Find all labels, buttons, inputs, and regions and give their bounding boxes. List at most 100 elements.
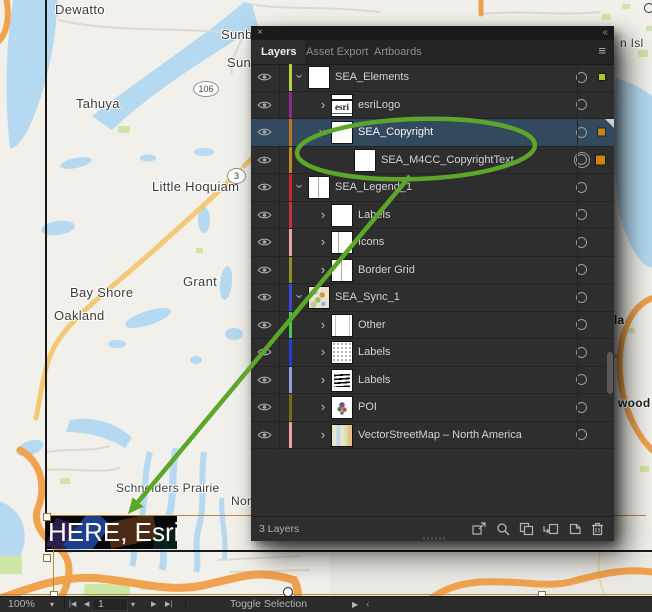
panel-title-bar[interactable]: × « — [251, 26, 614, 40]
anchor-point-ring[interactable] — [644, 3, 652, 13]
layer-name[interactable]: Labels — [358, 346, 390, 358]
layer-thumbnail[interactable] — [332, 315, 352, 336]
target-circle[interactable] — [576, 127, 587, 138]
next-artboard-button[interactable]: ▶ — [151, 597, 156, 612]
zoom-dropdown-icon[interactable]: ▾ — [50, 597, 54, 612]
layer-thumbnail[interactable] — [309, 67, 329, 88]
prev-artboard-button[interactable]: ◀ — [84, 597, 89, 612]
make-clip-mask-icon[interactable] — [519, 522, 534, 536]
status-back-icon[interactable]: ‹ — [366, 597, 370, 612]
layer-name[interactable]: Other — [358, 319, 386, 331]
target-circle[interactable] — [576, 264, 587, 275]
layer-row[interactable]: ›esriesriLogo — [251, 92, 614, 120]
expand-chevron-icon[interactable]: › — [293, 182, 308, 192]
layer-thumbnail[interactable] — [355, 150, 375, 171]
visibility-eye-icon[interactable] — [257, 375, 272, 385]
layer-row[interactable]: › SEA_Legend_1 — [251, 174, 614, 202]
layer-thumbnail[interactable] — [332, 260, 352, 281]
visibility-eye-icon[interactable] — [257, 210, 272, 220]
zoom-level[interactable]: 100% — [8, 597, 35, 612]
expand-chevron-icon[interactable]: › — [318, 262, 328, 277]
layer-thumbnail[interactable] — [309, 287, 329, 308]
panel-scrollbar[interactable] — [607, 352, 613, 394]
layer-row[interactable]: › SEA_Sync_1 — [251, 284, 614, 312]
expand-chevron-icon[interactable]: › — [293, 72, 308, 82]
expand-chevron-icon[interactable]: › — [318, 427, 328, 442]
panel-menu-icon[interactable]: ≡ — [598, 43, 606, 58]
layer-name[interactable]: VectorStreetMap – North America — [358, 429, 522, 441]
target-circle[interactable] — [576, 237, 587, 248]
layer-thumbnail[interactable] — [309, 177, 329, 198]
layer-name[interactable]: Icons — [358, 236, 384, 248]
expand-chevron-icon[interactable]: › — [318, 234, 328, 249]
last-artboard-button[interactable]: ▶| — [165, 597, 172, 612]
layer-row[interactable]: › Other — [251, 312, 614, 340]
layer-row[interactable]: ›Border Grid — [251, 257, 614, 285]
tab-artboards[interactable]: Artboards — [365, 40, 431, 64]
new-layer-icon[interactable] — [568, 522, 582, 536]
target-circle[interactable] — [576, 374, 587, 385]
layer-thumbnail[interactable] — [332, 397, 352, 418]
visibility-eye-icon[interactable] — [257, 72, 272, 82]
layer-thumbnail[interactable] — [332, 205, 352, 226]
layer-row[interactable]: › Labels — [251, 202, 614, 230]
target-circle[interactable] — [576, 429, 587, 440]
expand-chevron-icon[interactable]: › — [318, 399, 328, 414]
layer-row[interactable]: ›SEA_Copyright — [251, 119, 614, 147]
locate-object-icon[interactable] — [496, 522, 510, 536]
layer-name[interactable]: Labels — [358, 209, 390, 221]
layer-thumbnail[interactable] — [332, 232, 352, 253]
visibility-eye-icon[interactable] — [257, 182, 272, 192]
panel-close-icon[interactable]: × — [257, 26, 263, 40]
layer-name[interactable]: SEA_M4CC_CopyrightText — [381, 154, 514, 166]
layer-row[interactable]: › SEA_Elements — [251, 64, 614, 92]
layer-thumbnail[interactable] — [332, 342, 352, 363]
layer-name[interactable]: Labels — [358, 374, 390, 386]
layer-row[interactable]: ›Labels — [251, 367, 614, 395]
layer-row[interactable]: › Labels — [251, 339, 614, 367]
target-circle[interactable] — [576, 72, 587, 83]
target-circle[interactable] — [576, 182, 587, 193]
layer-row[interactable]: › POI — [251, 394, 614, 422]
visibility-eye-icon[interactable] — [257, 265, 272, 275]
panel-resize-handle[interactable] — [423, 537, 445, 540]
expand-chevron-icon[interactable]: › — [293, 292, 308, 302]
visibility-eye-icon[interactable] — [257, 237, 272, 247]
status-play-icon[interactable]: ▶ — [352, 597, 358, 612]
visibility-eye-icon[interactable] — [257, 155, 272, 165]
selection-handle[interactable] — [43, 513, 51, 521]
layer-name[interactable]: POI — [358, 401, 377, 413]
target-circle[interactable] — [576, 99, 587, 110]
new-sublayer-icon[interactable] — [543, 522, 559, 536]
target-circle[interactable] — [576, 347, 587, 358]
layer-name[interactable]: esriLogo — [358, 99, 400, 111]
first-artboard-button[interactable]: |◀ — [69, 597, 76, 612]
visibility-eye-icon[interactable] — [257, 100, 272, 110]
map-attribution[interactable]: HERE, Esri — [46, 516, 177, 549]
delete-icon[interactable] — [591, 522, 604, 536]
collect-for-export-icon[interactable] — [472, 522, 487, 536]
target-circle[interactable] — [576, 209, 587, 220]
visibility-eye-icon[interactable] — [257, 402, 272, 412]
layer-row[interactable]: › Icons — [251, 229, 614, 257]
expand-chevron-icon[interactable]: › — [318, 317, 328, 332]
layer-name[interactable]: SEA_Legend_1 — [335, 181, 412, 193]
expand-chevron-icon[interactable]: › — [318, 344, 328, 359]
layer-name[interactable]: SEA_Elements — [335, 71, 409, 83]
status-toggle-label[interactable]: Toggle Selection — [230, 597, 307, 612]
layer-thumbnail[interactable]: esri — [332, 95, 352, 116]
target-circle[interactable] — [576, 402, 587, 413]
selection-handle[interactable] — [43, 554, 51, 562]
visibility-eye-icon[interactable] — [257, 430, 272, 440]
layer-thumbnail[interactable] — [332, 370, 352, 391]
layer-name[interactable]: SEA_Sync_1 — [335, 291, 400, 303]
expand-chevron-icon[interactable]: › — [316, 127, 331, 137]
layer-row[interactable]: › VectorStreetMap – North America — [251, 422, 614, 450]
layer-thumbnail[interactable] — [332, 425, 352, 446]
visibility-eye-icon[interactable] — [257, 292, 272, 302]
visibility-eye-icon[interactable] — [257, 347, 272, 357]
target-circle[interactable] — [576, 292, 587, 303]
panel-collapse-icon[interactable]: « — [602, 26, 607, 40]
artboard-number[interactable]: 1 — [98, 597, 104, 612]
expand-chevron-icon[interactable]: › — [318, 207, 328, 222]
